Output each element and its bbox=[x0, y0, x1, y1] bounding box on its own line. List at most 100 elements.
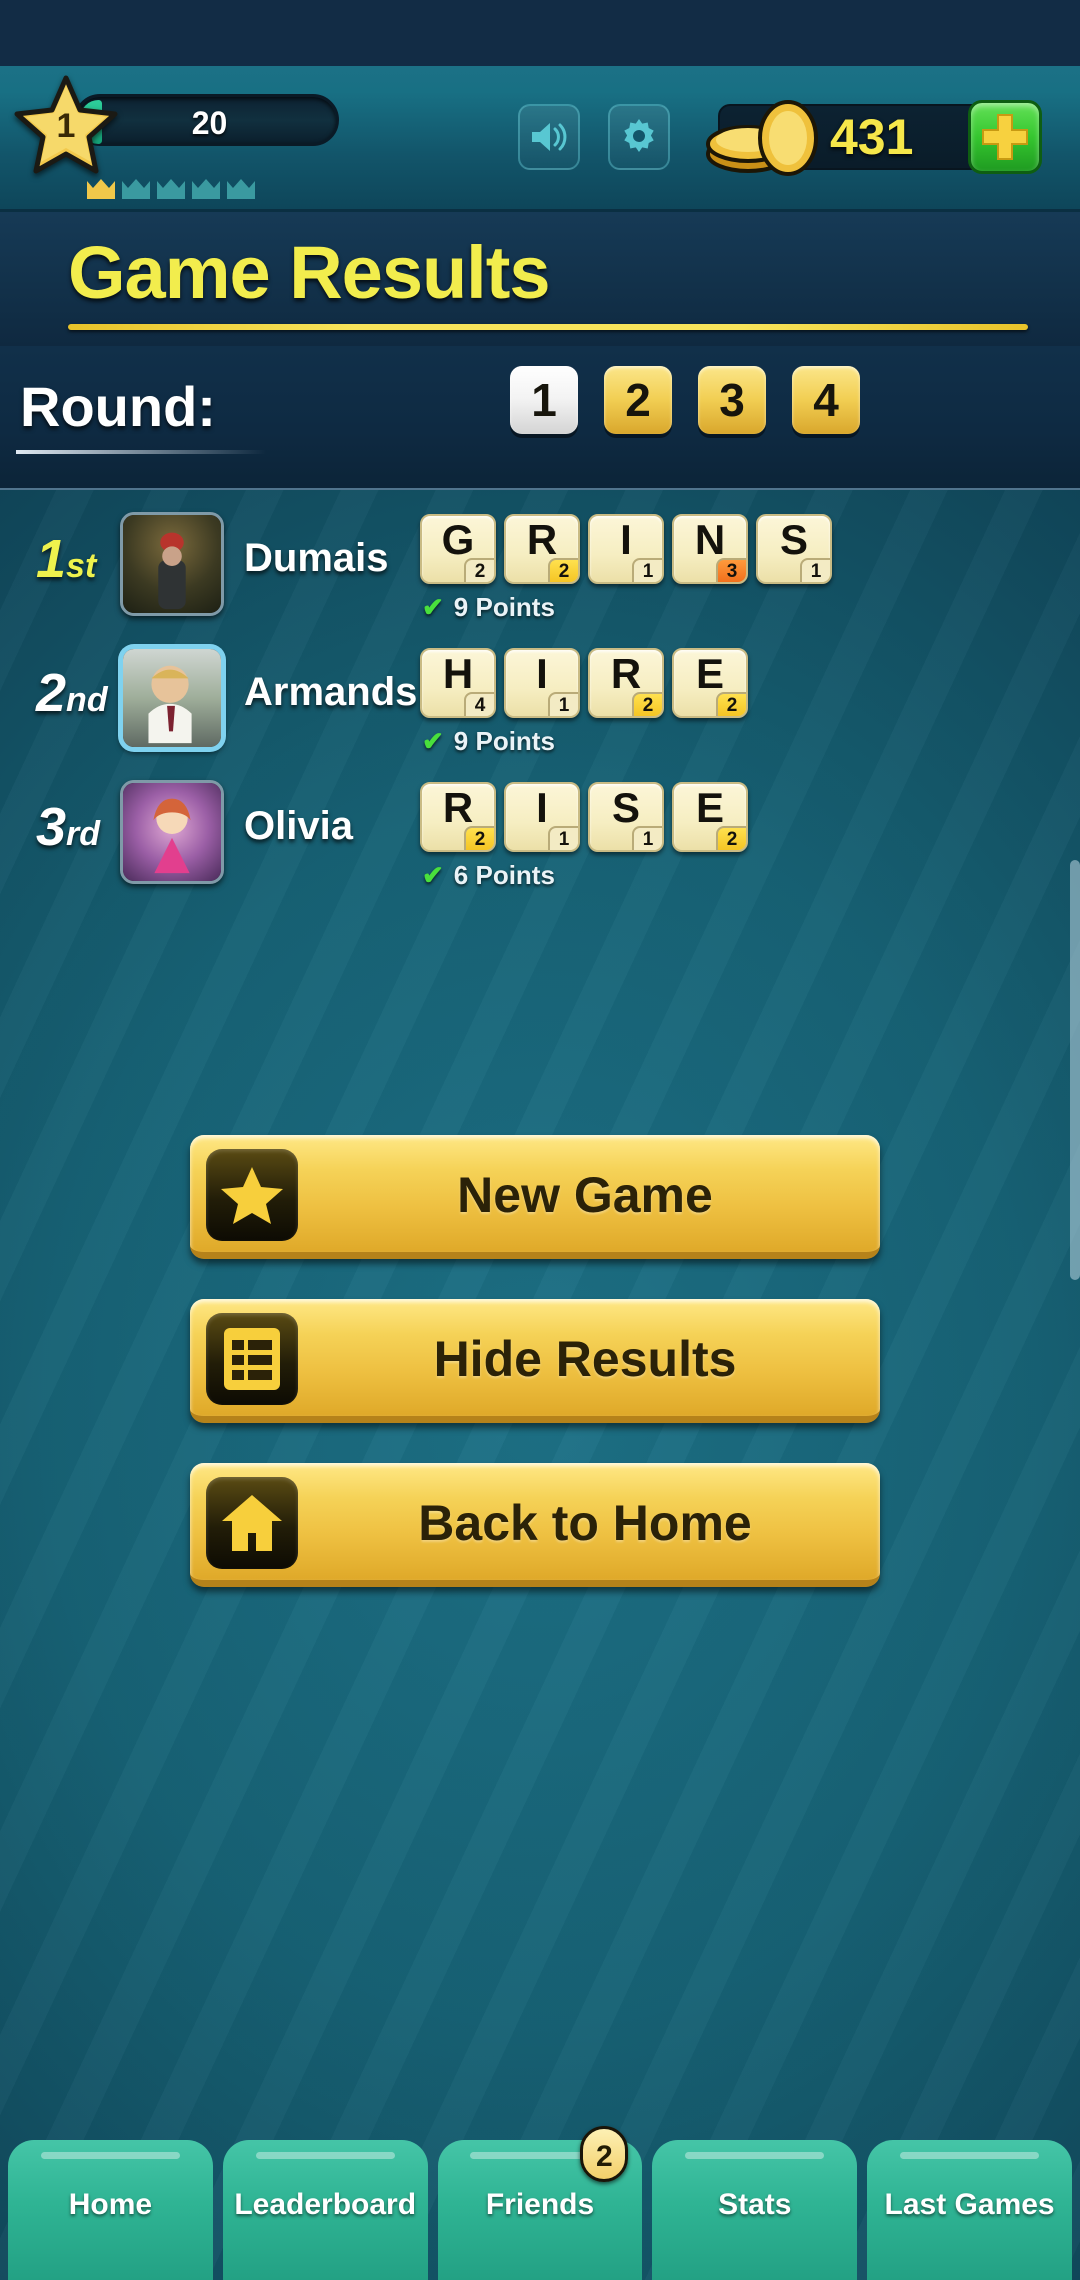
player-name: Olivia bbox=[244, 804, 353, 848]
letter-tile: I1 bbox=[588, 514, 664, 584]
game-results-screen: 20 1 431 Game Results Round: 1 2 3 4 1st… bbox=[0, 0, 1080, 2280]
speaker-icon bbox=[532, 123, 567, 151]
nav-item-last-games[interactable]: Last Games bbox=[867, 2140, 1072, 2280]
coin-count: 431 bbox=[830, 109, 914, 165]
tile-value: 1 bbox=[800, 558, 830, 582]
check-icon: ✔ bbox=[422, 592, 444, 622]
letter-tile: E2 bbox=[672, 782, 748, 852]
letter-tile: N3 bbox=[672, 514, 748, 584]
tile-value: 3 bbox=[716, 558, 746, 582]
tile-value: 1 bbox=[548, 826, 578, 850]
tile-value: 2 bbox=[464, 558, 494, 582]
check-icon: ✔ bbox=[422, 726, 444, 756]
nav-item-stats[interactable]: Stats bbox=[652, 2140, 858, 2280]
avatar[interactable] bbox=[120, 512, 224, 616]
nav-item-leaderboard[interactable]: Leaderboard bbox=[222, 2140, 428, 2280]
rank-label: 1st bbox=[36, 529, 97, 589]
home-icon-container bbox=[206, 1477, 298, 1569]
round-tab-4[interactable]: 4 bbox=[792, 366, 860, 434]
add-coins-button[interactable] bbox=[968, 100, 1042, 174]
gear-icon bbox=[624, 119, 654, 152]
points-label: ✔ 9 Points bbox=[422, 726, 555, 757]
round-tab-1[interactable]: 1 bbox=[510, 366, 578, 434]
action-button-label: Back to Home bbox=[418, 1495, 752, 1551]
tile-value: 2 bbox=[716, 826, 746, 850]
letter-tile: H4 bbox=[420, 648, 496, 718]
points-label: ✔ 9 Points bbox=[422, 592, 555, 623]
result-row[interactable]: 1st Dumais G 2 R 2 I 1 N 3 S 1 ✔ 9 Points bbox=[0, 500, 1080, 634]
nav-item-label: Friends bbox=[485, 2188, 595, 2221]
level-number: 1 bbox=[56, 107, 76, 145]
tile-value: 2 bbox=[464, 826, 494, 850]
plus-icon bbox=[982, 114, 1028, 160]
points-label: ✔ 6 Points bbox=[422, 860, 555, 891]
letter-tile: S1 bbox=[756, 514, 832, 584]
check-icon: ✔ bbox=[422, 860, 444, 890]
star-icon-container bbox=[206, 1149, 298, 1241]
list-icon-container bbox=[206, 1313, 298, 1405]
letter-tile: E2 bbox=[672, 648, 748, 718]
level-xp-widget[interactable]: 20 1 bbox=[14, 74, 339, 199]
nav-item-label: Home bbox=[68, 2188, 153, 2221]
letter-tile: R2 bbox=[420, 782, 496, 852]
letter-tile: S1 bbox=[588, 782, 664, 852]
points-value: 9 Points bbox=[453, 726, 555, 756]
round-tabs: 1234 bbox=[510, 366, 860, 434]
points-value: 9 Points bbox=[453, 592, 555, 622]
tile-value: 2 bbox=[632, 692, 662, 716]
round-label-underline bbox=[16, 450, 266, 454]
back-to-home-button[interactable]: Back to Home bbox=[190, 1463, 880, 1587]
page-title: Game Results bbox=[68, 231, 551, 314]
nav-item-label: Leaderboard bbox=[234, 2188, 417, 2221]
round-tab-3[interactable]: 3 bbox=[698, 366, 766, 434]
avatar-image bbox=[123, 783, 221, 881]
word-tiles: G2R2I1N3S1 bbox=[420, 514, 832, 584]
nav-item-friends[interactable]: Friends 2 bbox=[437, 2126, 643, 2280]
nav-item-home[interactable]: Home bbox=[8, 2140, 213, 2280]
tile-value: 1 bbox=[548, 692, 578, 716]
player-name: Armands bbox=[244, 670, 418, 714]
status-bar bbox=[0, 0, 1080, 66]
action-button-label: New Game bbox=[457, 1167, 713, 1223]
result-row[interactable]: 3rd Olivia R 2 I 1 S 1 E 2 ✔ 6 Points bbox=[0, 768, 1080, 902]
tile-value: 2 bbox=[548, 558, 578, 582]
sound-button[interactable] bbox=[518, 104, 580, 170]
letter-tile: G2 bbox=[420, 514, 496, 584]
hide-results-button[interactable]: Hide Results bbox=[190, 1299, 880, 1423]
result-row[interactable]: 2nd Armands H 4 I 1 R 2 E 2 ✔ 9 Points bbox=[0, 634, 1080, 768]
letter-tile: R2 bbox=[588, 648, 664, 718]
action-button-label: Hide Results bbox=[433, 1331, 737, 1387]
coins-icon bbox=[706, 100, 818, 176]
tile-value: 2 bbox=[716, 692, 746, 716]
tile-value: 4 bbox=[464, 692, 494, 716]
letter-tile: R2 bbox=[504, 514, 580, 584]
title-band: Game Results bbox=[0, 212, 1080, 346]
letter-tile: I1 bbox=[504, 648, 580, 718]
action-button-group: New Game Hide Results Back to Home bbox=[190, 1135, 880, 1627]
round-selector-bar: Round: 1234 bbox=[0, 346, 1080, 490]
results-list: 1st Dumais G 2 R 2 I 1 N 3 S 1 ✔ 9 Points 2nd Armands H 4… bbox=[0, 500, 1080, 902]
avatar-image bbox=[123, 649, 221, 747]
tile-value: 1 bbox=[632, 558, 662, 582]
top-hud-bar: 20 1 431 bbox=[0, 66, 1080, 212]
list-icon bbox=[224, 1328, 280, 1390]
avatar[interactable] bbox=[120, 646, 224, 750]
tile-value: 1 bbox=[632, 826, 662, 850]
round-tab-2[interactable]: 2 bbox=[604, 366, 672, 434]
bottom-navigation: Home Leaderboard Friends 2 Stats Last Games bbox=[0, 2126, 1080, 2280]
nav-item-label: Last Games bbox=[884, 2188, 1055, 2221]
new-game-button[interactable]: New Game bbox=[190, 1135, 880, 1259]
points-value: 6 Points bbox=[453, 860, 555, 890]
settings-button[interactable] bbox=[608, 104, 670, 170]
nav-badge: 2 bbox=[580, 2126, 629, 2182]
letter-tile: I1 bbox=[504, 782, 580, 852]
crown-icon bbox=[227, 179, 255, 199]
title-divider bbox=[68, 324, 1028, 330]
rank-label: 3rd bbox=[36, 797, 101, 857]
nav-item-label: Stats bbox=[718, 2188, 792, 2221]
crown-icon bbox=[122, 179, 150, 199]
vertical-scrollbar[interactable] bbox=[1070, 860, 1080, 1280]
word-tiles: R2I1S1E2 bbox=[420, 782, 748, 852]
avatar[interactable] bbox=[120, 780, 224, 884]
crown-icon bbox=[192, 179, 220, 199]
